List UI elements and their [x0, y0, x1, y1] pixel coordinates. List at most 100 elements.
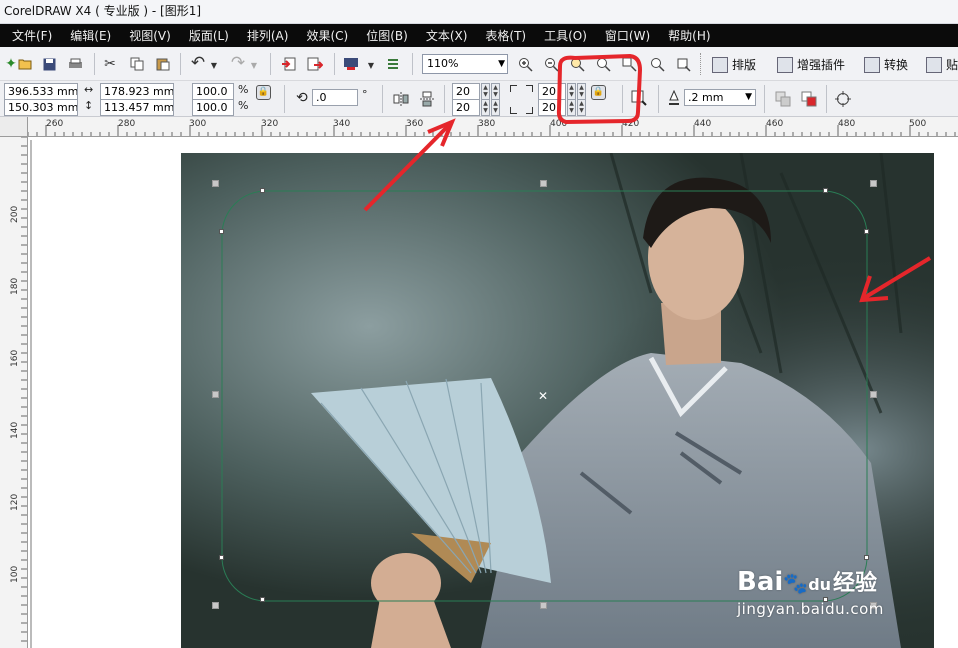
to-front-icon[interactable] — [774, 90, 792, 108]
paste-plugin-button[interactable]: 贴 — [926, 56, 958, 73]
corner-top-left-spinner[interactable]: ▲ ▼ — [481, 83, 490, 100]
menu-tools[interactable]: 工具(O) — [544, 27, 587, 44]
corner-bottom-right-field[interactable]: 20 — [538, 99, 566, 116]
standard-toolbar: ✦ ✂ ↶ ▼ ↷ ▼ ▼ 110% ▼ 排版 增强插件 转换 贴 — [0, 47, 958, 81]
menu-arrange[interactable]: 排列(A) — [247, 27, 289, 44]
mirror-horizontal-icon[interactable] — [392, 90, 410, 108]
menu-text[interactable]: 文本(X) — [426, 27, 468, 44]
scale-y-field[interactable]: 100.0 — [192, 99, 234, 116]
ruler-origin[interactable] — [0, 117, 28, 137]
separator — [180, 53, 181, 75]
corner-bottom-left-spinner[interactable]: ▲ ▼ — [481, 99, 490, 116]
convert-button[interactable]: 转换 — [864, 56, 908, 73]
zoom-to-all-objects-icon[interactable] — [620, 55, 638, 73]
selection-handle[interactable] — [212, 391, 219, 398]
open-icon[interactable] — [16, 55, 34, 73]
layout-button[interactable]: 排版 — [712, 56, 756, 73]
corner-tl-mark — [510, 85, 517, 92]
chevron-down-icon: ▼ — [745, 92, 752, 102]
zoom-to-selected-icon[interactable] — [594, 55, 612, 73]
width-field[interactable]: 178.923 mm — [100, 83, 174, 100]
export-icon[interactable] — [306, 55, 324, 73]
height-field[interactable]: 113.457 mm — [100, 99, 174, 116]
selection-handle[interactable] — [212, 602, 219, 609]
menu-window[interactable]: 窗口(W) — [605, 27, 650, 44]
corner-top-left-field[interactable]: 20 — [452, 83, 480, 100]
mirror-vertical-icon[interactable] — [418, 90, 436, 108]
x-position-field[interactable]: 396.533 mm — [4, 83, 78, 100]
rotation-icon: ⟲ — [296, 90, 308, 106]
zoom-one-shot-icon[interactable] — [568, 55, 586, 73]
menu-view[interactable]: 视图(V) — [129, 27, 171, 44]
scale-x-field[interactable]: 100.0 — [192, 83, 234, 100]
selection-handle[interactable] — [540, 180, 547, 187]
selection-handle[interactable] — [540, 602, 547, 609]
import-icon[interactable] — [280, 55, 298, 73]
zoom-level-select[interactable]: 110% ▼ — [422, 54, 508, 74]
vertical-ruler[interactable]: 220 200 180 160 140 120 100 — [0, 137, 28, 648]
to-back-icon[interactable] — [800, 90, 818, 108]
publish-pdf-icon[interactable] — [342, 55, 360, 73]
menu-effects[interactable]: 效果(C) — [306, 27, 348, 44]
outline-width-select[interactable]: .2 mm ▼ — [684, 89, 756, 106]
corner-tr-mark — [526, 85, 533, 92]
paste-plugin-label: 贴 — [946, 58, 958, 72]
watermark-brand-pre: Bai — [737, 567, 784, 597]
menu-edit[interactable]: 编辑(E) — [70, 27, 111, 44]
corner-bottom-left-field[interactable]: 20 — [452, 99, 480, 116]
menu-layout[interactable]: 版面(L) — [189, 27, 229, 44]
corner-node[interactable] — [260, 188, 265, 193]
zoom-in-icon[interactable] — [516, 55, 534, 73]
horizontal-ruler[interactable]: 260 280 300 320 340 360 380 400 420 440 … — [28, 117, 958, 137]
redo-dropdown-icon[interactable]: ▼ — [245, 56, 263, 74]
corner-node[interactable] — [219, 555, 224, 560]
menu-bitmaps[interactable]: 位图(B) — [366, 27, 408, 44]
selection-handle[interactable] — [870, 180, 877, 187]
separator — [826, 85, 827, 113]
corner-bottom-right-spinner-b[interactable]: ▲ ▼ — [577, 99, 586, 116]
copy-icon[interactable] — [128, 55, 146, 73]
menu-table[interactable]: 表格(T) — [485, 27, 526, 44]
corner-top-right-spinner[interactable]: ▲ ▼ — [567, 83, 576, 100]
outline-pen-icon[interactable] — [665, 89, 683, 107]
publish-dropdown-icon[interactable]: ▼ — [362, 56, 380, 74]
menu-help[interactable]: 帮助(H) — [668, 27, 710, 44]
selection-handle[interactable] — [870, 391, 877, 398]
y-position-field[interactable]: 150.303 mm — [4, 99, 78, 116]
height-icon: ↕ — [84, 99, 94, 112]
zoom-to-page-icon[interactable] — [648, 55, 666, 73]
zoom-to-page-width-icon[interactable] — [674, 55, 692, 73]
separator — [94, 53, 95, 75]
corner-node[interactable] — [864, 229, 869, 234]
corner-top-right-field[interactable]: 20 — [538, 83, 566, 100]
ruler-ticks — [28, 125, 956, 136]
watermark-brand-cn: 经验 — [833, 571, 878, 596]
corner-bottom-left-spinner-b[interactable]: ▲ ▼ — [491, 99, 500, 116]
lock-corner-radius-icon[interactable]: 🔒 — [591, 85, 606, 100]
ruler-ticks — [21, 137, 27, 642]
wrap-text-icon[interactable] — [630, 89, 648, 107]
separator — [334, 53, 335, 75]
corner-node[interactable] — [823, 188, 828, 193]
corner-top-left-spinner-b[interactable]: ▲ ▼ — [491, 83, 500, 100]
corner-node[interactable] — [864, 555, 869, 560]
corner-node[interactable] — [260, 597, 265, 602]
corner-node[interactable] — [219, 229, 224, 234]
convert-to-curves-icon[interactable] — [834, 90, 852, 108]
selection-handle[interactable] — [212, 180, 219, 187]
corner-bottom-right-spinner[interactable]: ▲ ▼ — [567, 99, 576, 116]
undo-dropdown-icon[interactable]: ▼ — [205, 56, 223, 74]
corner-top-right-spinner-b[interactable]: ▲ ▼ — [577, 83, 586, 100]
lock-ratio-icon[interactable]: 🔒 — [256, 85, 271, 100]
application-launcher-icon[interactable] — [384, 55, 402, 73]
print-icon[interactable] — [66, 55, 84, 73]
separator — [382, 85, 383, 113]
save-icon[interactable] — [40, 55, 58, 73]
rotation-angle-field[interactable]: .0 — [312, 89, 358, 106]
cut-icon[interactable]: ✂ — [101, 55, 119, 73]
zoom-level-value: 110% — [427, 57, 459, 70]
menu-file[interactable]: 文件(F) — [12, 27, 52, 44]
zoom-out-icon[interactable] — [542, 55, 560, 73]
paste-icon[interactable] — [154, 55, 172, 73]
enhance-plugin-button[interactable]: 增强插件 — [777, 56, 845, 73]
